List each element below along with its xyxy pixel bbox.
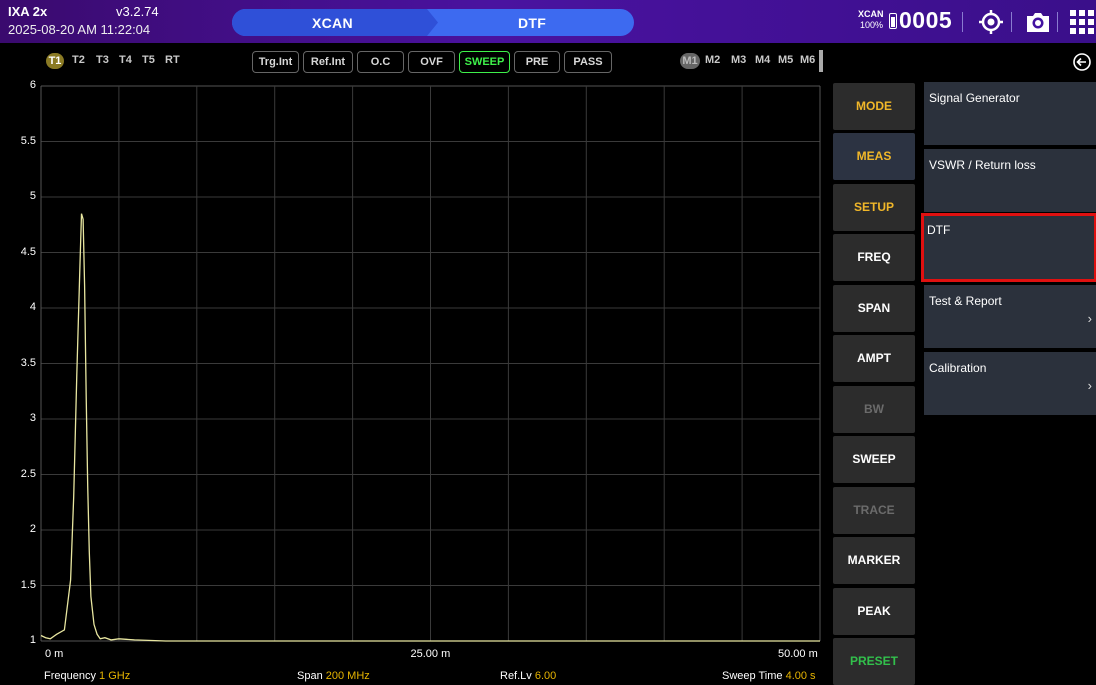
meas-submenu: Signal Generator VSWR / Return loss DTF … (920, 80, 1096, 685)
submenu-label: Signal Generator (929, 91, 1020, 105)
apps-grid-icon[interactable] (1068, 8, 1096, 36)
y-tick-label: 2.5 (20, 467, 36, 480)
footer-sweep-time: Sweep Time 4.00 s (722, 670, 816, 682)
trace-t2[interactable]: T2 (72, 54, 85, 66)
submenu-dtf[interactable]: DTF (921, 213, 1096, 282)
submenu-test-report[interactable]: Test & Report › (924, 285, 1096, 348)
marker-m1[interactable]: M1 (680, 53, 700, 69)
span-label: Span (297, 670, 323, 682)
menu-preset-button[interactable]: PRESET (833, 638, 915, 685)
version-label: v3.2.74 (116, 4, 159, 19)
battery-icon (889, 13, 897, 29)
status-trg-int[interactable]: Trg.Int (252, 51, 299, 73)
marker-m3[interactable]: M3 (731, 54, 746, 66)
status-ovf[interactable]: OVF (408, 51, 455, 73)
menu-mode-button[interactable]: MODE (833, 83, 915, 130)
status-pre[interactable]: PRE (514, 51, 560, 73)
footer-span: Span 200 MHz (297, 670, 370, 682)
y-tick-label: 3 (29, 412, 36, 424)
trace-rt[interactable]: RT (165, 54, 180, 66)
menu-ampt-button[interactable]: AMPT (833, 335, 915, 382)
menu-peak-button[interactable]: PEAK (833, 588, 915, 635)
footer-frequency: Frequency 1 GHz (44, 670, 130, 682)
plot-canvas (40, 85, 821, 642)
status-pass[interactable]: PASS (564, 51, 612, 73)
y-tick-label: 3.5 (20, 356, 36, 369)
status-sweep[interactable]: SWEEP (459, 51, 510, 73)
sweep-time-label: Sweep Time (722, 670, 783, 682)
menu-trace-button[interactable]: TRACE (833, 487, 915, 534)
submenu-label: Test & Report (929, 294, 1002, 308)
y-tick-label: 5 (29, 190, 36, 202)
datetime-label: 2025-08-20 AM 11:22:04 (8, 22, 151, 37)
battery-brand: XCAN (858, 9, 884, 19)
file-count: 0005 (899, 7, 953, 33)
submenu-label: VSWR / Return loss (929, 158, 1036, 172)
menu-meas-button[interactable]: MEAS (833, 133, 915, 180)
battery-percent: 100% (860, 20, 884, 30)
mode-xcan-label: XCAN (312, 15, 353, 31)
y-tick-label: 6 (29, 79, 36, 91)
header-divider (962, 12, 963, 32)
marker-m4[interactable]: M4 (755, 54, 770, 66)
menu-bw-button[interactable]: BW (833, 386, 915, 433)
header-divider (1057, 12, 1058, 32)
x-tick-label: 50.00 m (778, 648, 818, 660)
battery-status: XCAN 100% (858, 10, 886, 34)
menu-setup-button[interactable]: SETUP (833, 184, 915, 231)
trace-t5[interactable]: T5 (142, 54, 155, 66)
y-tick-label: 2 (29, 523, 36, 535)
ref-level-value: 6.00 (534, 670, 557, 682)
chevron-right-icon: › (1087, 378, 1092, 393)
back-arrow-icon[interactable] (1072, 52, 1092, 72)
mode-breadcrumb: XCAN DTF (232, 9, 634, 36)
trace-t4[interactable]: T4 (119, 54, 132, 66)
marker-scroll-indicator (819, 50, 823, 72)
top-bar: IXA 2x v3.2.74 2025-08-20 AM 11:22:04 XC… (0, 0, 1096, 43)
frequency-label: Frequency (44, 670, 96, 682)
menu-freq-button[interactable]: FREQ (833, 234, 915, 281)
x-tick-label: 25.00 m (410, 648, 451, 660)
marker-m2[interactable]: M2 (705, 54, 720, 66)
device-name: IXA 2x (8, 4, 48, 19)
menu-marker-button[interactable]: MARKER (833, 537, 915, 584)
submenu-label: Calibration (929, 361, 987, 375)
sweep-time-value: 4.00 s (785, 670, 816, 682)
submenu-vswr-return-loss[interactable]: VSWR / Return loss (924, 149, 1096, 212)
status-ref-int[interactable]: Ref.Int (303, 51, 353, 73)
footer-info: Frequency 1 GHz Span 200 MHz Ref.Lv 6.00… (0, 668, 830, 685)
span-value: 200 MHz (325, 670, 370, 682)
ref-level-label: Ref.Lv (500, 670, 532, 682)
main-menu: MODE MEAS SETUP FREQ SPAN AMPT BW SWEEP … (830, 80, 918, 685)
camera-icon[interactable] (1024, 8, 1052, 36)
submenu-label: DTF (927, 223, 951, 237)
y-tick-label: 4 (29, 301, 36, 313)
trace-plot[interactable]: 6 5.5 5 4.5 4 3.5 3 2.5 2 1.5 1 0 m 25.00 m 50.00 m (0, 78, 830, 668)
y-tick-label: 4.5 (20, 245, 36, 258)
submenu-signal-generator[interactable]: Signal Generator (924, 82, 1096, 145)
footer-ref-level: Ref.Lv 6.00 (500, 670, 556, 682)
submenu-calibration[interactable]: Calibration › (924, 352, 1096, 415)
y-tick-label: 1 (29, 634, 36, 646)
gps-icon[interactable] (977, 8, 1005, 36)
mode-dtf-label[interactable]: DTF (518, 15, 546, 31)
y-tick-label: 1.5 (20, 578, 36, 591)
menu-span-button[interactable]: SPAN (833, 285, 915, 332)
y-tick-label: 5.5 (20, 134, 36, 147)
x-tick-label: 0 m (45, 648, 64, 660)
header-divider (1011, 12, 1012, 32)
status-oc[interactable]: O.C (357, 51, 404, 73)
trace-t3[interactable]: T3 (96, 54, 109, 66)
marker-m5[interactable]: M5 (778, 54, 793, 66)
frequency-value: 1 GHz (99, 670, 131, 682)
trace-t1[interactable]: T1 (46, 53, 64, 69)
menu-sweep-button[interactable]: SWEEP (833, 436, 915, 483)
status-row: T1 T2 T3 T4 T5 RT Trg.Int Ref.Int O.C OV… (0, 48, 1096, 76)
chevron-right-icon: › (1087, 311, 1092, 326)
marker-m6[interactable]: M6 (800, 54, 815, 66)
